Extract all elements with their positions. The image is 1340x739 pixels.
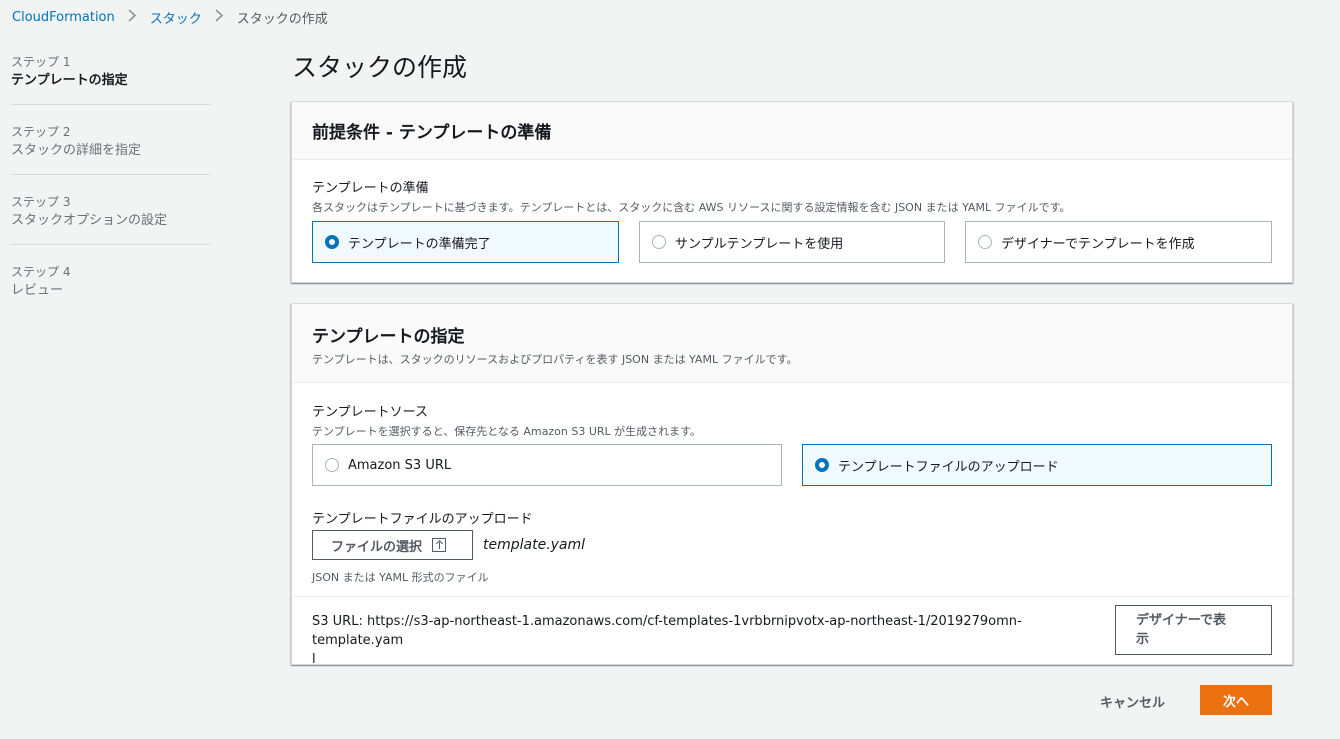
divider: [11, 174, 211, 175]
breadcrumb-cloudformation[interactable]: CloudFormation: [12, 10, 115, 25]
tile-designer-template[interactable]: デザイナーでテンプレートを作成: [965, 221, 1272, 263]
step-label: スタックオプションの設定: [11, 213, 168, 228]
tile-upload-template[interactable]: テンプレートファイルのアップロード: [802, 444, 1272, 486]
tile-template-ready[interactable]: テンプレートの準備完了: [312, 221, 619, 263]
button-label-line2: 示: [1136, 632, 1150, 647]
tile-label: デザイナーでテンプレートを作成: [1001, 236, 1195, 252]
panel-title: 前提条件 - テンプレートの準備: [312, 123, 552, 143]
upload-label: テンプレートファイルのアップロード: [312, 512, 533, 527]
template-source-label-group: テンプレートソース テンプレートを選択すると、保存先となる Amazon S3 …: [312, 401, 701, 439]
panel-description: テンプレートは、スタックのリソースおよびプロパティを表す JSON または YA…: [312, 353, 798, 366]
step-label: スタックの詳細を指定: [11, 143, 142, 158]
specify-template-panel: テンプレートの指定 テンプレートは、スタックのリソースおよびプロパティを表す J…: [291, 303, 1293, 667]
s3-url-value-wrap: l: [312, 652, 316, 667]
step-number: ステップ 4: [11, 265, 71, 279]
field-description: テンプレートを選択すると、保存先となる Amazon S3 URL が生成されま…: [312, 425, 702, 438]
prereq-panel: 前提条件 - テンプレートの準備 テンプレートの準備 各スタックはテンプレートに…: [291, 101, 1293, 283]
step-4: ステップ 4 レビュー: [11, 263, 211, 301]
field-label: テンプレートの準備: [312, 181, 429, 196]
step-number: ステップ 2: [11, 125, 71, 139]
tile-label: Amazon S3 URL: [348, 457, 452, 473]
selected-file-name: template.yaml: [483, 537, 586, 553]
choose-file-button[interactable]: ファイルの選択: [312, 530, 473, 560]
s3-url-prefix: S3 URL:: [312, 614, 363, 629]
upload-icon: [432, 538, 447, 552]
view-in-designer-button[interactable]: デザイナーで表 示: [1115, 605, 1272, 655]
step-label: レビュー: [11, 283, 64, 298]
s3-url-text: S3 URL: https://s3-ap-northeast-1.amazon…: [312, 612, 1112, 669]
tile-label: テンプレートの準備完了: [348, 236, 491, 252]
step-1: ステップ 1 テンプレートの指定: [11, 53, 211, 91]
step-label: テンプレートの指定: [11, 73, 128, 88]
tile-sample-template[interactable]: サンプルテンプレートを使用: [639, 221, 945, 263]
radio-unchecked-icon[interactable]: [325, 458, 339, 472]
radio-unchecked-icon[interactable]: [978, 235, 992, 249]
divider: [11, 244, 211, 245]
file-hint: JSON または YAML 形式のファイル: [312, 571, 489, 584]
page-title: スタックの作成: [292, 53, 468, 82]
wizard-steps: ステップ 1 テンプレートの指定 ステップ 2 スタックの詳細を指定 ステップ …: [11, 53, 211, 301]
cancel-button[interactable]: キャンセル: [1090, 686, 1175, 716]
panel-title: テンプレートの指定: [312, 327, 465, 347]
field-label: テンプレートソース: [312, 405, 428, 420]
tile-label: テンプレートファイルのアップロード: [838, 459, 1059, 475]
tile-label: サンプルテンプレートを使用: [675, 236, 844, 252]
chevron-right-icon: [215, 8, 224, 26]
step-3: ステップ 3 スタックオプションの設定: [11, 193, 211, 231]
breadcrumb: CloudFormation スタック スタックの作成: [12, 7, 328, 27]
button-label-line1: デザイナーで表: [1136, 613, 1226, 628]
next-button[interactable]: 次へ: [1200, 685, 1272, 715]
radio-checked-icon[interactable]: [815, 458, 829, 472]
breadcrumb-current: スタックの作成: [236, 11, 328, 27]
divider: [292, 596, 1292, 597]
radio-checked-icon[interactable]: [325, 235, 339, 249]
field-description: 各スタックはテンプレートに基づきます。テンプレートとは、スタックに含む AWS …: [312, 201, 1071, 214]
breadcrumb-stacks[interactable]: スタック: [150, 8, 202, 27]
chevron-right-icon: [128, 8, 137, 26]
divider: [11, 104, 211, 105]
s3-url-value: https://s3-ap-northeast-1.amazonaws.com/…: [312, 614, 1022, 648]
radio-unchecked-icon[interactable]: [652, 235, 666, 249]
panel-header: 前提条件 - テンプレートの準備: [292, 102, 1292, 160]
tile-amazon-s3-url[interactable]: Amazon S3 URL: [312, 444, 782, 486]
prepare-template-label-group: テンプレートの準備 各スタックはテンプレートに基づきます。テンプレートとは、スタ…: [312, 177, 1070, 215]
panel-header: テンプレートの指定 テンプレートは、スタックのリソースおよびプロパティを表す J…: [292, 304, 1292, 383]
button-label: ファイルの選択: [331, 539, 423, 555]
step-number: ステップ 3: [11, 195, 71, 209]
step-number: ステップ 1: [11, 55, 71, 69]
step-2: ステップ 2 スタックの詳細を指定: [11, 123, 211, 161]
